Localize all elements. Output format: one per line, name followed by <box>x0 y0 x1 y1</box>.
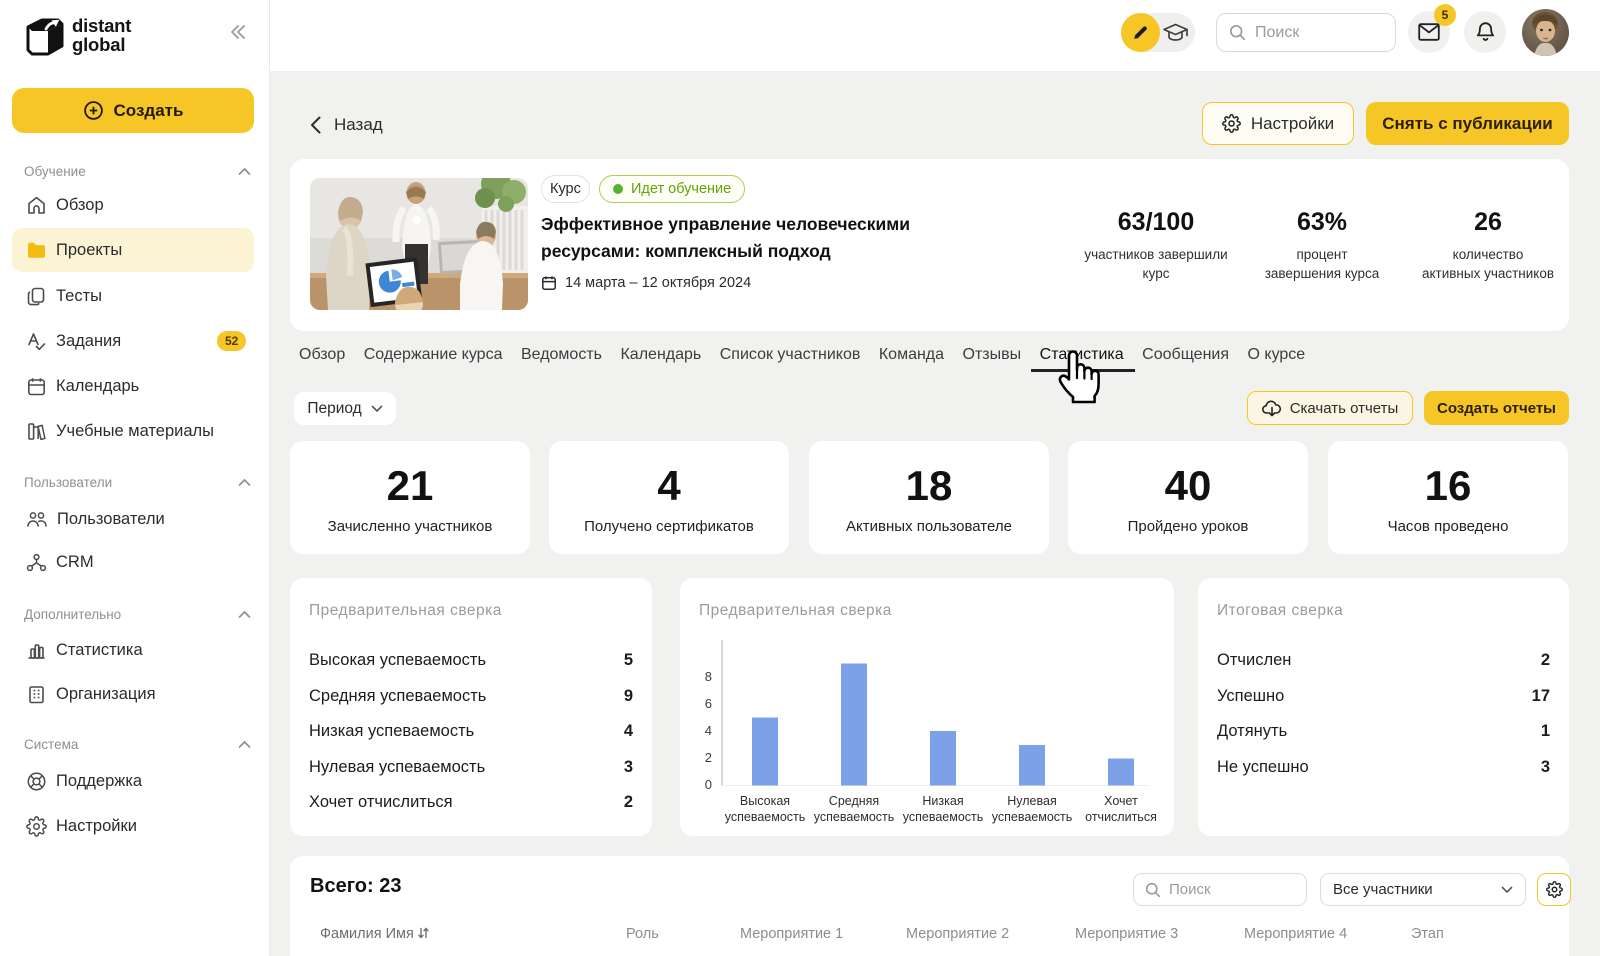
svg-text:успеваемость: успеваемость <box>903 810 984 824</box>
svg-text:Средняя: Средняя <box>829 794 879 808</box>
svg-text:4: 4 <box>705 723 712 738</box>
svg-text:успеваемость: успеваемость <box>992 810 1073 824</box>
svg-text:6: 6 <box>705 696 712 711</box>
svg-text:Низкая: Низкая <box>922 794 963 808</box>
svg-text:8: 8 <box>705 669 712 684</box>
svg-text:2: 2 <box>705 750 712 765</box>
svg-text:Нулевая: Нулевая <box>1007 794 1056 808</box>
svg-text:успеваемость: успеваемость <box>814 810 895 824</box>
svg-text:0: 0 <box>705 777 712 792</box>
svg-text:Хочет: Хочет <box>1104 794 1138 808</box>
svg-text:Высокая: Высокая <box>740 794 790 808</box>
svg-text:успеваемость: успеваемость <box>725 810 806 824</box>
svg-text:отчислиться: отчислиться <box>1085 810 1157 824</box>
